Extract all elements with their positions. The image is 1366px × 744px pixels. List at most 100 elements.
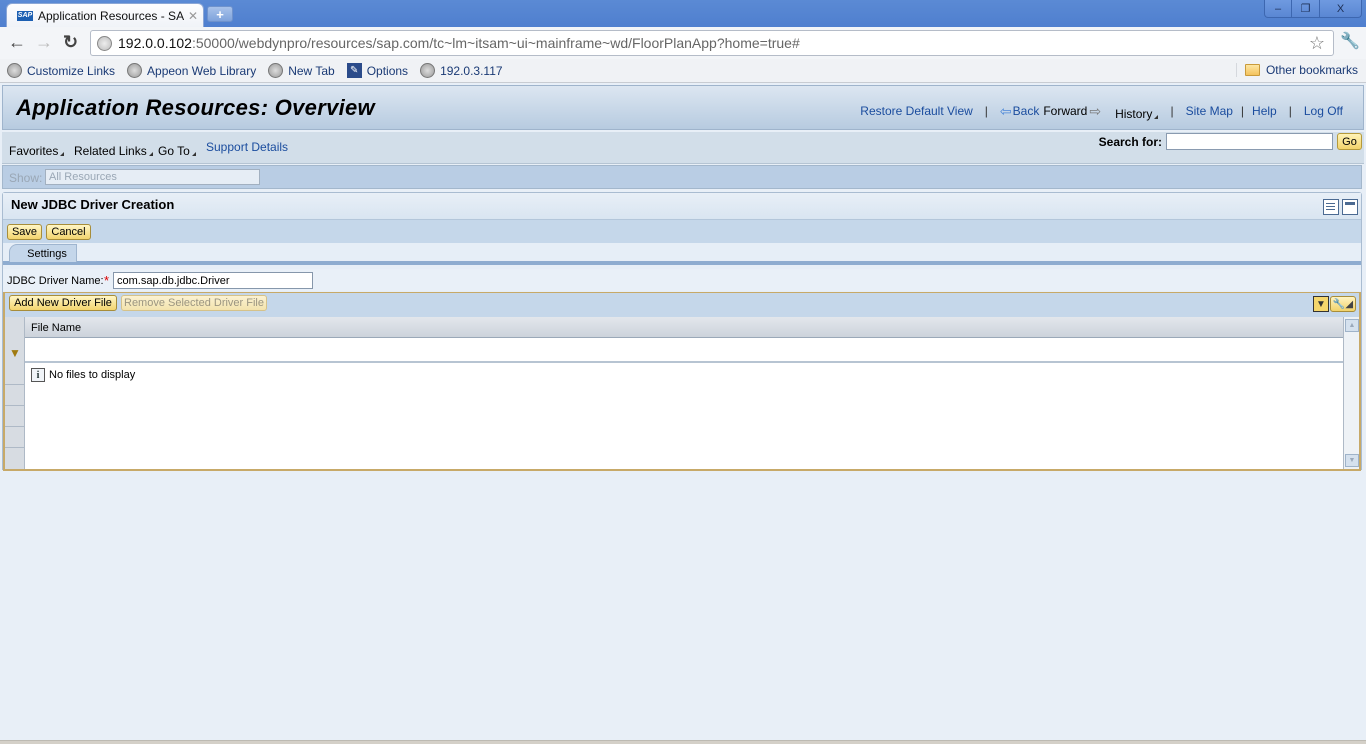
globe-icon [420,63,436,78]
new-tab-button[interactable]: + [207,6,233,22]
scroll-up-icon[interactable]: ▲ [1345,319,1359,332]
header-links: Restore Default View | ⇦ Back Forward ⇨ … [860,101,1343,122]
bookmark-label: 192.0.3.117 [440,63,503,78]
filter-row-funnel-icon: ▼ [9,346,21,360]
remove-driver-file-button[interactable]: Remove Selected Driver File [121,295,267,311]
driver-files-table: Add New Driver File Remove Selected Driv… [3,292,1361,471]
minimize-panel-icon[interactable] [1342,199,1358,215]
bookmark-label: Appeon Web Library [147,63,257,78]
driver-name-input[interactable] [113,272,313,289]
table-toolbar: Add New Driver File Remove Selected Driv… [5,293,1359,317]
cancel-button[interactable]: Cancel [46,224,91,240]
help-link[interactable]: Help [1252,104,1277,118]
favorites-label: Favorites [9,144,59,158]
bookmark-new-tab[interactable]: New Tab [268,63,335,78]
table-header: File Name [25,317,1344,338]
filter-row[interactable] [25,338,1344,363]
row-divider [5,384,25,385]
row-divider [5,447,25,448]
url-path: :50000/webdynpro/resources/sap.com/tc~lm… [191,35,800,51]
bookmark-label: Options [366,63,409,78]
driver-name-row: JDBC Driver Name: * [3,269,1361,291]
back-arrow-icon[interactable]: ⇦ [1000,103,1012,120]
log-off-link[interactable]: Log Off [1304,104,1343,118]
related-links-label: Related Links [74,144,147,158]
forward-arrow-icon[interactable]: ⇨ [1089,103,1101,120]
back-arrow-icon[interactable]: ← [8,33,26,51]
go-to-menu[interactable]: Go To [158,144,196,158]
back-link[interactable]: Back [1013,104,1040,118]
table-settings-wrench-icon[interactable]: 🔧◢ [1330,296,1356,312]
separator: | [1240,104,1245,118]
driver-name-label: JDBC Driver Name: [7,275,104,287]
panel-menu-icon[interactable] [1323,199,1339,215]
minimize-button[interactable]: – [1265,0,1291,17]
browser-toolbar: ← → ↻ 192.0.0.102 :50000/webdynpro/resou… [0,27,1366,59]
row-divider [5,426,25,427]
filter-toggle-icon[interactable]: ▼ [1313,296,1329,312]
column-header-file-name[interactable]: File Name [31,322,81,334]
separator: | [984,104,988,118]
sap-header: Application Resources: Overview Restore … [2,85,1364,130]
site-map-link[interactable]: Site Map [1186,104,1233,118]
panel-header: New JDBC Driver Creation [3,193,1361,219]
bookmark-options[interactable]: ✎ Options [346,63,409,78]
row-divider [5,405,25,406]
tab-title: Application Resources - SAP N [38,8,184,23]
browser-status-bar [0,740,1366,744]
wrench-menu-icon[interactable]: 🔧 [1340,31,1360,51]
history-menu[interactable]: History [1115,107,1159,121]
page-title: Application Resources: Overview [16,95,375,120]
window-controls: – ❐ X [1264,0,1362,18]
dropdown-triangle-icon [1154,115,1159,119]
show-label: Show: [9,171,43,185]
row-selector-column [5,317,25,469]
vertical-scrollbar[interactable]: ▲ ▼ [1343,317,1359,469]
tabstrip: Settings [3,243,1361,265]
dropdown-triangle-icon [191,152,196,156]
go-button[interactable]: Go [1337,133,1362,150]
reload-icon[interactable]: ↻ [63,33,78,51]
panel-button-bar: Save Cancel [3,219,1361,243]
url-host: 192.0.0.102 [118,35,192,51]
table-grid: File Name ▼ i No files to display [5,317,1344,469]
required-marker: * [104,273,110,288]
support-details-link[interactable]: Support Details [206,140,288,154]
globe-icon [268,63,284,78]
forward-link[interactable]: Forward [1043,104,1087,118]
bookmark-appeon-web-library[interactable]: Appeon Web Library [127,63,256,78]
bookmark-ip[interactable]: 192.0.3.117 [420,63,503,78]
add-driver-file-button[interactable]: Add New Driver File [9,295,117,311]
close-window-button[interactable]: X [1319,0,1361,17]
dropdown-triangle-icon [148,152,153,156]
browser-titlebar: SAP Application Resources - SAP N ✕ + – … [0,0,1366,27]
save-button[interactable]: Save [7,224,42,240]
bookmark-label: New Tab [288,63,335,78]
folder-icon [1244,64,1260,76]
show-filter-bar: Show: All Resources [2,165,1362,189]
browser-tab[interactable]: SAP Application Resources - SAP N ✕ [6,3,204,27]
info-icon: i [31,368,45,382]
jdbc-driver-panel: New JDBC Driver Creation Save Cancel Set… [2,192,1362,471]
globe-icon [127,63,143,78]
address-bar[interactable]: 192.0.0.102 :50000/webdynpro/resources/s… [90,30,1334,56]
search-input[interactable] [1166,133,1333,150]
tab-close-icon[interactable]: ✕ [188,9,198,23]
bookmark-customize-links[interactable]: Customize Links [7,63,115,78]
show-dropdown[interactable]: All Resources [45,169,260,185]
other-bookmarks[interactable]: Other bookmarks [1235,63,1358,77]
separator: | [1170,104,1174,118]
panel-title: New JDBC Driver Creation [11,197,175,212]
favorites-menu[interactable]: Favorites [9,144,65,158]
bookmark-star-icon[interactable]: ☆ [1309,33,1325,54]
search-label: Search for: [1098,135,1162,149]
sap-menu-bar: Favorites Related Links Go To Support De… [2,132,1364,164]
restore-button[interactable]: ❐ [1291,0,1319,17]
forward-arrow-icon[interactable]: → [35,33,53,51]
tab-settings[interactable]: Settings [9,244,77,262]
globe-icon [7,63,22,78]
restore-default-view-link[interactable]: Restore Default View [860,104,973,118]
related-links-menu[interactable]: Related Links [74,144,153,158]
go-to-label: Go To [158,144,190,158]
scroll-down-icon[interactable]: ▼ [1345,454,1359,467]
